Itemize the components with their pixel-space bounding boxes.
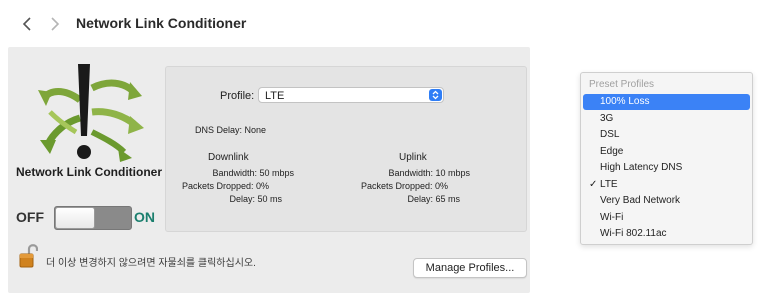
preset-menu-item[interactable]: DSL [583,127,750,143]
app-name-label: Network Link Conditioner [16,165,163,179]
on-off-switch[interactable] [54,206,132,230]
network-link-conditioner-logo-icon [36,60,154,166]
uplink-packets-dropped: Packets Dropped: 0% [360,181,448,191]
downlink-bandwidth: Bandwidth: 50 mbps [212,168,294,178]
checkmark-icon: ✓ [589,178,598,190]
preset-menu-item-label: Very Bad Network [600,195,681,206]
preset-menu-item-label: Wi-Fi 802.11ac [600,228,667,239]
window-title: Network Link Conditioner [76,15,247,31]
downlink-header: Downlink [208,152,249,163]
lock-icon[interactable] [18,243,39,269]
profile-label: Profile: [220,90,255,102]
profile-select-value: LTE [265,90,285,102]
preset-menu-item-label: 100% Loss [600,96,650,107]
preset-menu-item[interactable]: Very Bad Network [583,193,750,209]
switch-off-label: OFF [16,209,44,225]
switch-knob[interactable] [55,207,95,229]
menu-header: Preset Profiles [589,79,655,90]
uplink-delay: Delay: 65 ms [407,194,460,204]
preset-menu-item-label: LTE [600,178,618,190]
preset-menu-item-label: Wi-Fi [600,211,624,223]
dns-delay-text: DNS Delay: None [195,125,267,135]
preset-menu-item[interactable]: High Latency DNS [583,160,750,176]
preset-menu-item-label: High Latency DNS [600,162,683,173]
manage-profiles-button[interactable]: Manage Profiles... [413,258,527,278]
lock-hint-text: 더 이상 변경하지 않으려면 자물쇠를 클릭하십시오. [46,258,256,269]
uplink-header: Uplink [399,152,427,163]
back-button[interactable] [19,14,37,34]
select-arrows-icon [429,89,442,101]
preset-menu-item-label: DSL [600,129,620,140]
downlink-packets-dropped: Packets Dropped: 0% [181,181,269,191]
profile-select[interactable]: LTE [258,87,444,103]
uplink-bandwidth: Bandwidth: 10 mbps [388,168,470,178]
preset-menu-item-label: Edge [600,145,624,157]
preset-profiles-menu: Preset Profiles 100% Loss 3G DSL Edge High L… [580,72,753,245]
preset-menu-item[interactable]: Wi-Fi [583,210,750,226]
downlink-delay: Delay: 50 ms [229,194,282,204]
preset-menu-item[interactable]: 100% Loss [583,94,750,110]
preset-menu-item-label: 3G [600,112,614,124]
switch-on-label: ON [134,209,155,225]
preset-menu-item[interactable]: 3G [583,111,750,127]
forward-button[interactable] [46,14,64,34]
preset-menu-item[interactable]: ✓ LTE [583,177,750,193]
chevron-left-icon [22,17,31,31]
preset-menu-item[interactable]: Edge [583,144,750,160]
chevron-right-icon [51,17,60,31]
preset-menu-item[interactable]: Wi-Fi 802.11ac [583,226,750,242]
